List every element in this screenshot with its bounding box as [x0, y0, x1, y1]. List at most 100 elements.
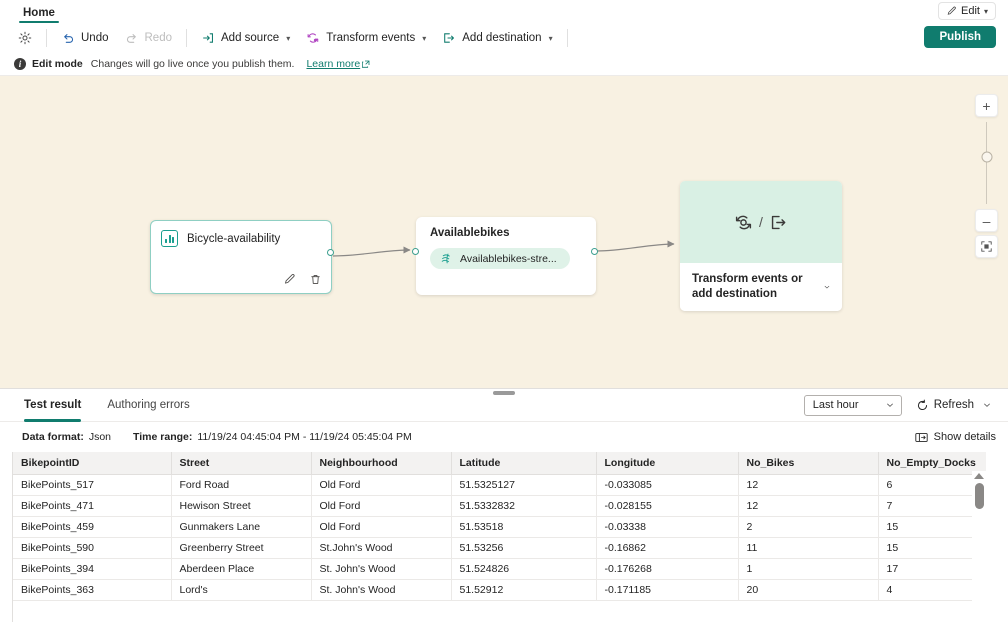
tab-test-result[interactable]: Test result — [24, 389, 82, 422]
add-destination-icon — [444, 33, 455, 43]
data-format-value: Json — [88, 431, 112, 443]
show-details-label: Show details — [933, 431, 996, 443]
edit-node-button[interactable] — [283, 273, 296, 286]
fit-to-screen-icon — [981, 241, 992, 252]
table-cell: St.John's Wood — [311, 537, 452, 559]
table-header-cell[interactable]: No_Empty_Docks — [878, 452, 986, 475]
add-destination-icon — [771, 215, 786, 229]
tab-test-result-label: Test result — [24, 399, 82, 411]
table-cell: -0.176268 — [596, 558, 739, 580]
table-row[interactable]: BikePoints_517 Ford Road Old Ford 51.532512… — [13, 474, 986, 496]
chevron-down-icon[interactable] — [823, 281, 831, 293]
redo-icon — [126, 34, 136, 43]
table-cell: -0.028155 — [596, 495, 739, 517]
placeholder-label: Transform events or add destination — [692, 273, 803, 300]
table-scrollbar[interactable] — [972, 471, 986, 622]
undo-button[interactable]: Undo — [53, 26, 117, 50]
tab-strip: Home Edit ▾ — [0, 0, 1008, 23]
add-source-button[interactable]: Add source ▾ — [193, 26, 298, 50]
table-cell: Old Ford — [311, 495, 452, 517]
learn-more-label: Learn more — [306, 58, 361, 70]
table-header-row: BikepointID Street Neighbourhood Latitude Lo… — [13, 452, 986, 475]
banner-message: Changes will go live once you publish th… — [90, 58, 295, 70]
transform-events-button[interactable]: Transform events ▾ — [298, 26, 434, 50]
table-cell: 51.5325127 — [451, 474, 597, 496]
add-source-icon — [203, 33, 213, 43]
table-cell: Old Ford — [311, 474, 452, 496]
delete-node-button[interactable] — [309, 273, 322, 286]
table-cell: 51.53256 — [451, 537, 597, 559]
pipeline-canvas[interactable]: Bicycle-availability Availablebikes Avai… — [0, 76, 1008, 388]
node-add-transform-or-destination[interactable]: / Transform events or add destination — [680, 181, 842, 311]
table-row[interactable]: BikePoints_459 Gunmakers Lane Old Ford 51.5… — [13, 516, 986, 538]
app-root: Home Edit ▾ Undo Redo Add source ▾ Trans… — [0, 0, 1008, 622]
table-cell: -0.16862 — [596, 537, 739, 559]
panel-resize-handle[interactable] — [493, 391, 515, 395]
toolbar-divider — [46, 29, 47, 47]
chevron-down-icon: ▾ — [548, 33, 553, 43]
node-bicycle-availability[interactable]: Bicycle-availability — [150, 220, 332, 294]
chevron-down-icon: ▾ — [983, 6, 988, 16]
redo-button: Redo — [117, 26, 181, 50]
table-cell: 4 — [878, 579, 986, 601]
table-cell: -0.171185 — [596, 579, 739, 601]
publish-button[interactable]: Publish — [924, 26, 996, 48]
table-row[interactable]: BikePoints_590 Greenberry Street St.John's… — [13, 537, 986, 559]
source-node-actions — [283, 273, 322, 286]
tab-home-label: Home — [23, 7, 55, 19]
external-link-icon — [362, 60, 370, 68]
zoom-out-button[interactable]: – — [975, 209, 998, 232]
fit-to-screen-button[interactable] — [975, 235, 998, 258]
port-stream-in[interactable] — [412, 248, 419, 255]
undo-label: Undo — [81, 32, 109, 44]
table-cell: Greenberry Street — [171, 537, 312, 559]
banner-mode-label: Edit mode — [32, 58, 83, 70]
show-details-button[interactable]: Show details — [914, 431, 996, 443]
node-availablebikes[interactable]: Availablebikes Availablebikes-stre... — [416, 217, 596, 295]
stream-icon — [441, 253, 450, 264]
stream-pill-label: Availablebikes-stre... — [460, 252, 557, 265]
zoom-slider-track[interactable] — [981, 122, 992, 204]
stream-node-title: Availablebikes — [430, 227, 510, 239]
table-row[interactable]: BikePoints_471 Hewison Street Old Ford 51.5… — [13, 495, 986, 517]
refresh-button[interactable]: Refresh — [912, 397, 996, 414]
learn-more-link[interactable]: Learn more — [306, 58, 370, 70]
scroll-up-arrow[interactable] — [974, 473, 984, 479]
table-cell: St. John's Wood — [311, 558, 452, 580]
stream-pill[interactable]: Availablebikes-stre... — [430, 248, 570, 269]
table-header-cell[interactable]: Latitude — [451, 452, 597, 475]
edit-mode-button[interactable]: Edit ▾ — [938, 2, 996, 20]
data-format-label: Data format: — [22, 431, 84, 443]
table-header-cell[interactable]: Longitude — [596, 452, 739, 475]
chevron-down-icon[interactable] — [982, 400, 992, 410]
chevron-down-icon: ▾ — [286, 33, 291, 43]
zoom-slider-thumb[interactable] — [981, 151, 992, 163]
tab-authoring-errors-label: Authoring errors — [107, 399, 190, 411]
placeholder-footer[interactable]: Transform events or add destination — [680, 263, 842, 311]
table-header-cell[interactable]: BikepointID — [13, 452, 172, 475]
scrollbar-thumb[interactable] — [974, 483, 984, 509]
table-row[interactable]: BikePoints_363 Lord's St. John's Wood 51.52… — [13, 579, 986, 601]
time-range-value: 11/19/24 04:45:04 PM - 11/19/24 05:45:04… — [197, 431, 412, 443]
table-row[interactable]: BikePoints_394 Aberdeen Place St. John's W… — [13, 558, 986, 580]
connector-stream-to-placeholder — [596, 240, 675, 252]
table-cell: 51.52912 — [451, 579, 597, 601]
table-cell: Ford Road — [171, 474, 312, 496]
tab-home[interactable]: Home — [17, 7, 61, 23]
table-cell: 20 — [738, 579, 879, 601]
zoom-in-button[interactable]: + — [975, 94, 998, 117]
table-header-cell[interactable]: No_Bikes — [738, 452, 879, 475]
table-body: BikePoints_517 Ford Road Old Ford 51.532512… — [13, 474, 986, 601]
add-destination-button[interactable]: Add destination ▾ — [434, 26, 560, 50]
table-header-cell[interactable]: Street — [171, 452, 312, 475]
table-header-cell[interactable]: Neighbourhood — [311, 452, 452, 475]
port-source-out[interactable] — [327, 249, 334, 256]
icon-separator: / — [759, 214, 763, 230]
tab-authoring-errors[interactable]: Authoring errors — [107, 389, 189, 422]
time-filter-select[interactable]: Last hour — [803, 394, 902, 416]
table-cell: BikePoints_471 — [13, 495, 172, 517]
results-panel: Test result Authoring errors Last hour R… — [0, 388, 1008, 622]
settings-button[interactable] — [10, 26, 40, 50]
port-stream-out[interactable] — [591, 248, 598, 255]
table-cell: BikePoints_363 — [13, 579, 172, 601]
